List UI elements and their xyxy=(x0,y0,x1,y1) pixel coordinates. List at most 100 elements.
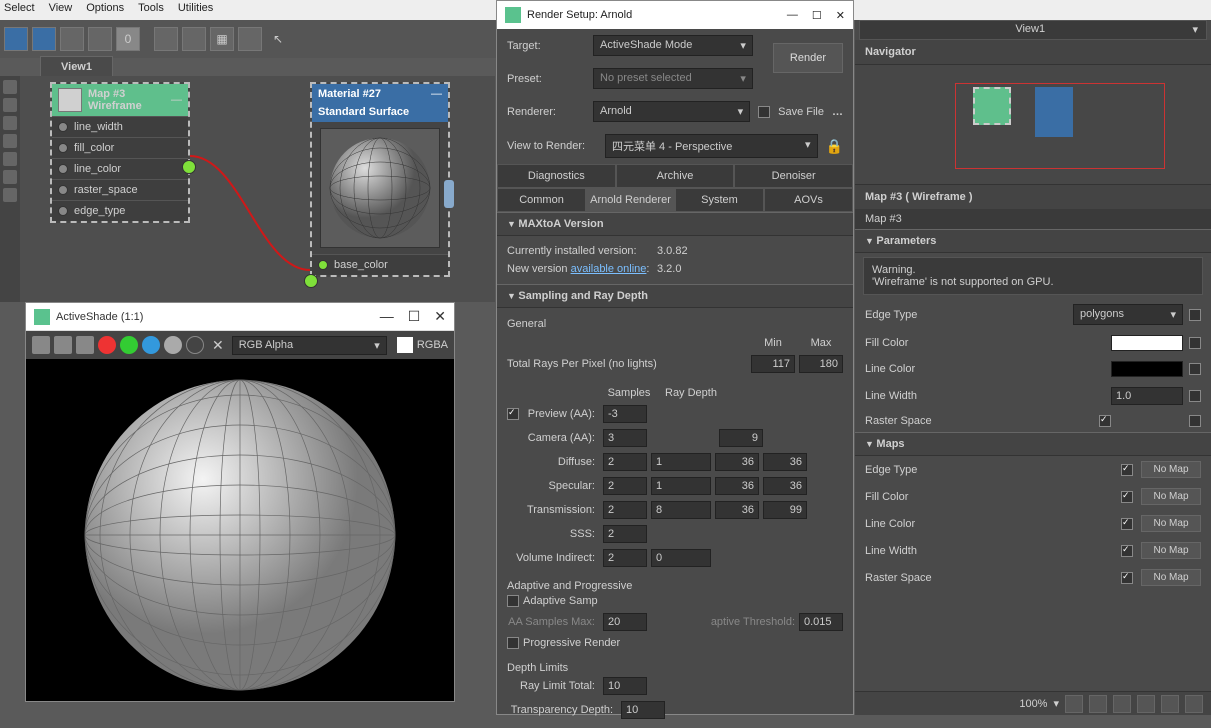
tab-arnold-renderer[interactable]: Arnold Renderer xyxy=(586,188,675,212)
diffuse-depth[interactable]: 1 xyxy=(651,453,711,471)
green-channel-icon[interactable] xyxy=(120,336,138,354)
map-checkbox[interactable] xyxy=(1121,572,1133,584)
lock-icon[interactable]: 🔒 xyxy=(826,138,843,155)
socket-in[interactable] xyxy=(58,164,68,174)
menu-utilities[interactable]: Utilities xyxy=(178,2,213,18)
channel-dropdown[interactable]: RGB Alpha ▾ xyxy=(232,336,387,355)
minimize-icon[interactable]: — xyxy=(171,94,182,106)
transparency-depth[interactable]: 10 xyxy=(621,701,665,719)
socket-out[interactable] xyxy=(444,180,454,208)
close-region-icon[interactable]: ✕ xyxy=(212,337,224,354)
view-dropdown[interactable]: View1▾ xyxy=(859,20,1207,40)
tool-map-icon[interactable] xyxy=(32,27,56,51)
close-icon[interactable]: ✕ xyxy=(836,9,845,22)
pan-icon[interactable] xyxy=(1065,695,1083,713)
transmission-depth[interactable]: 8 xyxy=(651,501,711,519)
alpha-channel-icon[interactable] xyxy=(164,336,182,354)
raster-space-checkbox[interactable] xyxy=(1099,415,1111,427)
tool-icon[interactable] xyxy=(154,27,178,51)
diffuse-samples[interactable]: 2 xyxy=(603,453,647,471)
map-button[interactable]: No Map xyxy=(1141,488,1201,505)
maximize-icon[interactable]: ☐ xyxy=(408,308,421,325)
region-icon[interactable] xyxy=(1113,695,1131,713)
camera-samples[interactable]: 3 xyxy=(603,429,647,447)
available-online-link[interactable]: available online xyxy=(571,263,647,275)
fill-color-swatch[interactable] xyxy=(1111,335,1183,351)
preview-checkbox[interactable] xyxy=(507,408,519,420)
map-checkbox[interactable] xyxy=(1121,518,1133,530)
tool-icon[interactable] xyxy=(1185,695,1203,713)
menu-options[interactable]: Options xyxy=(86,2,124,18)
map-checkbox[interactable] xyxy=(1121,545,1133,557)
minimize-icon[interactable]: — xyxy=(380,308,394,325)
menu-select[interactable]: Select xyxy=(4,2,35,18)
node-editor[interactable]: Map #3 Wireframe — line_width fill_color… xyxy=(0,76,495,302)
render-viewport[interactable] xyxy=(26,359,454,701)
tab-aovs[interactable]: AOVs xyxy=(764,188,853,212)
rollout-maxtoa-version[interactable]: MAXtoA Version xyxy=(497,212,853,236)
sss-samples[interactable]: 2 xyxy=(603,525,647,543)
slot-checkbox[interactable] xyxy=(1189,337,1201,349)
target-dropdown[interactable]: ActiveShade Mode▾ xyxy=(593,35,753,56)
transmission-samples[interactable]: 2 xyxy=(603,501,647,519)
map-button[interactable]: No Map xyxy=(1141,542,1201,559)
minimize-icon[interactable]: — xyxy=(431,88,442,100)
rollout-parameters[interactable]: Parameters xyxy=(855,229,1211,253)
line-width-input[interactable]: 1.0 xyxy=(1111,387,1183,405)
volume-samples[interactable]: 2 xyxy=(603,549,647,567)
node-standard-surface[interactable]: Material #27— Standard Surface base_colo… xyxy=(310,82,450,277)
socket-in[interactable] xyxy=(58,143,68,153)
socket-in-connected[interactable] xyxy=(304,274,318,288)
zoom-icon[interactable] xyxy=(1089,695,1107,713)
socket-in[interactable] xyxy=(318,260,328,270)
tool-icon[interactable] xyxy=(238,27,262,51)
adaptive-checkbox[interactable] xyxy=(507,595,519,607)
slot-checkbox[interactable] xyxy=(1189,363,1201,375)
node-wireframe-map[interactable]: Map #3 Wireframe — line_width fill_color… xyxy=(50,82,190,223)
map-button[interactable]: No Map xyxy=(1141,461,1201,478)
render-button[interactable]: Render xyxy=(773,43,843,73)
tab-common[interactable]: Common xyxy=(497,188,586,212)
renderer-dropdown[interactable]: Arnold▾ xyxy=(593,101,750,122)
tab-system[interactable]: System xyxy=(675,188,764,212)
window-titlebar[interactable]: ActiveShade (1:1) — ☐ ✕ xyxy=(26,303,454,331)
line-color-swatch[interactable] xyxy=(1111,361,1183,377)
specular-depth[interactable]: 1 xyxy=(651,477,711,495)
socket-in[interactable] xyxy=(58,122,68,132)
preset-dropdown[interactable]: No preset selected▾ xyxy=(593,68,753,89)
tool-material-icon[interactable] xyxy=(4,27,28,51)
mono-channel-icon[interactable] xyxy=(186,336,204,354)
tool-icon[interactable] xyxy=(1161,695,1179,713)
tab-diagnostics[interactable]: Diagnostics xyxy=(497,164,616,188)
tool-icon[interactable] xyxy=(88,27,112,51)
tool-grid-icon[interactable]: ▦ xyxy=(210,27,234,51)
slot-checkbox[interactable] xyxy=(1189,415,1201,427)
savefile-checkbox[interactable] xyxy=(758,106,770,118)
volume-depth[interactable]: 0 xyxy=(651,549,711,567)
socket-out[interactable] xyxy=(182,160,196,174)
tool-icon[interactable] xyxy=(60,27,84,51)
edge-type-dropdown[interactable]: polygons▾ xyxy=(1073,304,1183,325)
tool-zero-icon[interactable]: 0 xyxy=(116,27,140,51)
slot-checkbox[interactable] xyxy=(1189,390,1201,402)
rollout-maps[interactable]: Maps xyxy=(855,432,1211,456)
progressive-checkbox[interactable] xyxy=(507,637,519,649)
socket-in[interactable] xyxy=(58,206,68,216)
specular-samples[interactable]: 2 xyxy=(603,477,647,495)
close-icon[interactable]: ✕ xyxy=(434,308,446,325)
menu-view[interactable]: View xyxy=(49,2,73,18)
map-checkbox[interactable] xyxy=(1121,464,1133,476)
tool-icon[interactable] xyxy=(182,27,206,51)
clone-icon[interactable] xyxy=(76,336,94,354)
blue-channel-icon[interactable] xyxy=(142,336,160,354)
save-icon[interactable] xyxy=(32,336,50,354)
socket-in[interactable] xyxy=(58,185,68,195)
more-icon[interactable]: … xyxy=(832,106,843,118)
window-titlebar[interactable]: Render Setup: Arnold — ☐ ✕ xyxy=(497,1,853,29)
preview-samples[interactable]: -3 xyxy=(603,405,647,423)
rollout-sampling[interactable]: Sampling and Ray Depth xyxy=(497,284,853,308)
map-button[interactable]: No Map xyxy=(1141,569,1201,586)
red-channel-icon[interactable] xyxy=(98,336,116,354)
copy-icon[interactable] xyxy=(54,336,72,354)
map-button[interactable]: No Map xyxy=(1141,515,1201,532)
